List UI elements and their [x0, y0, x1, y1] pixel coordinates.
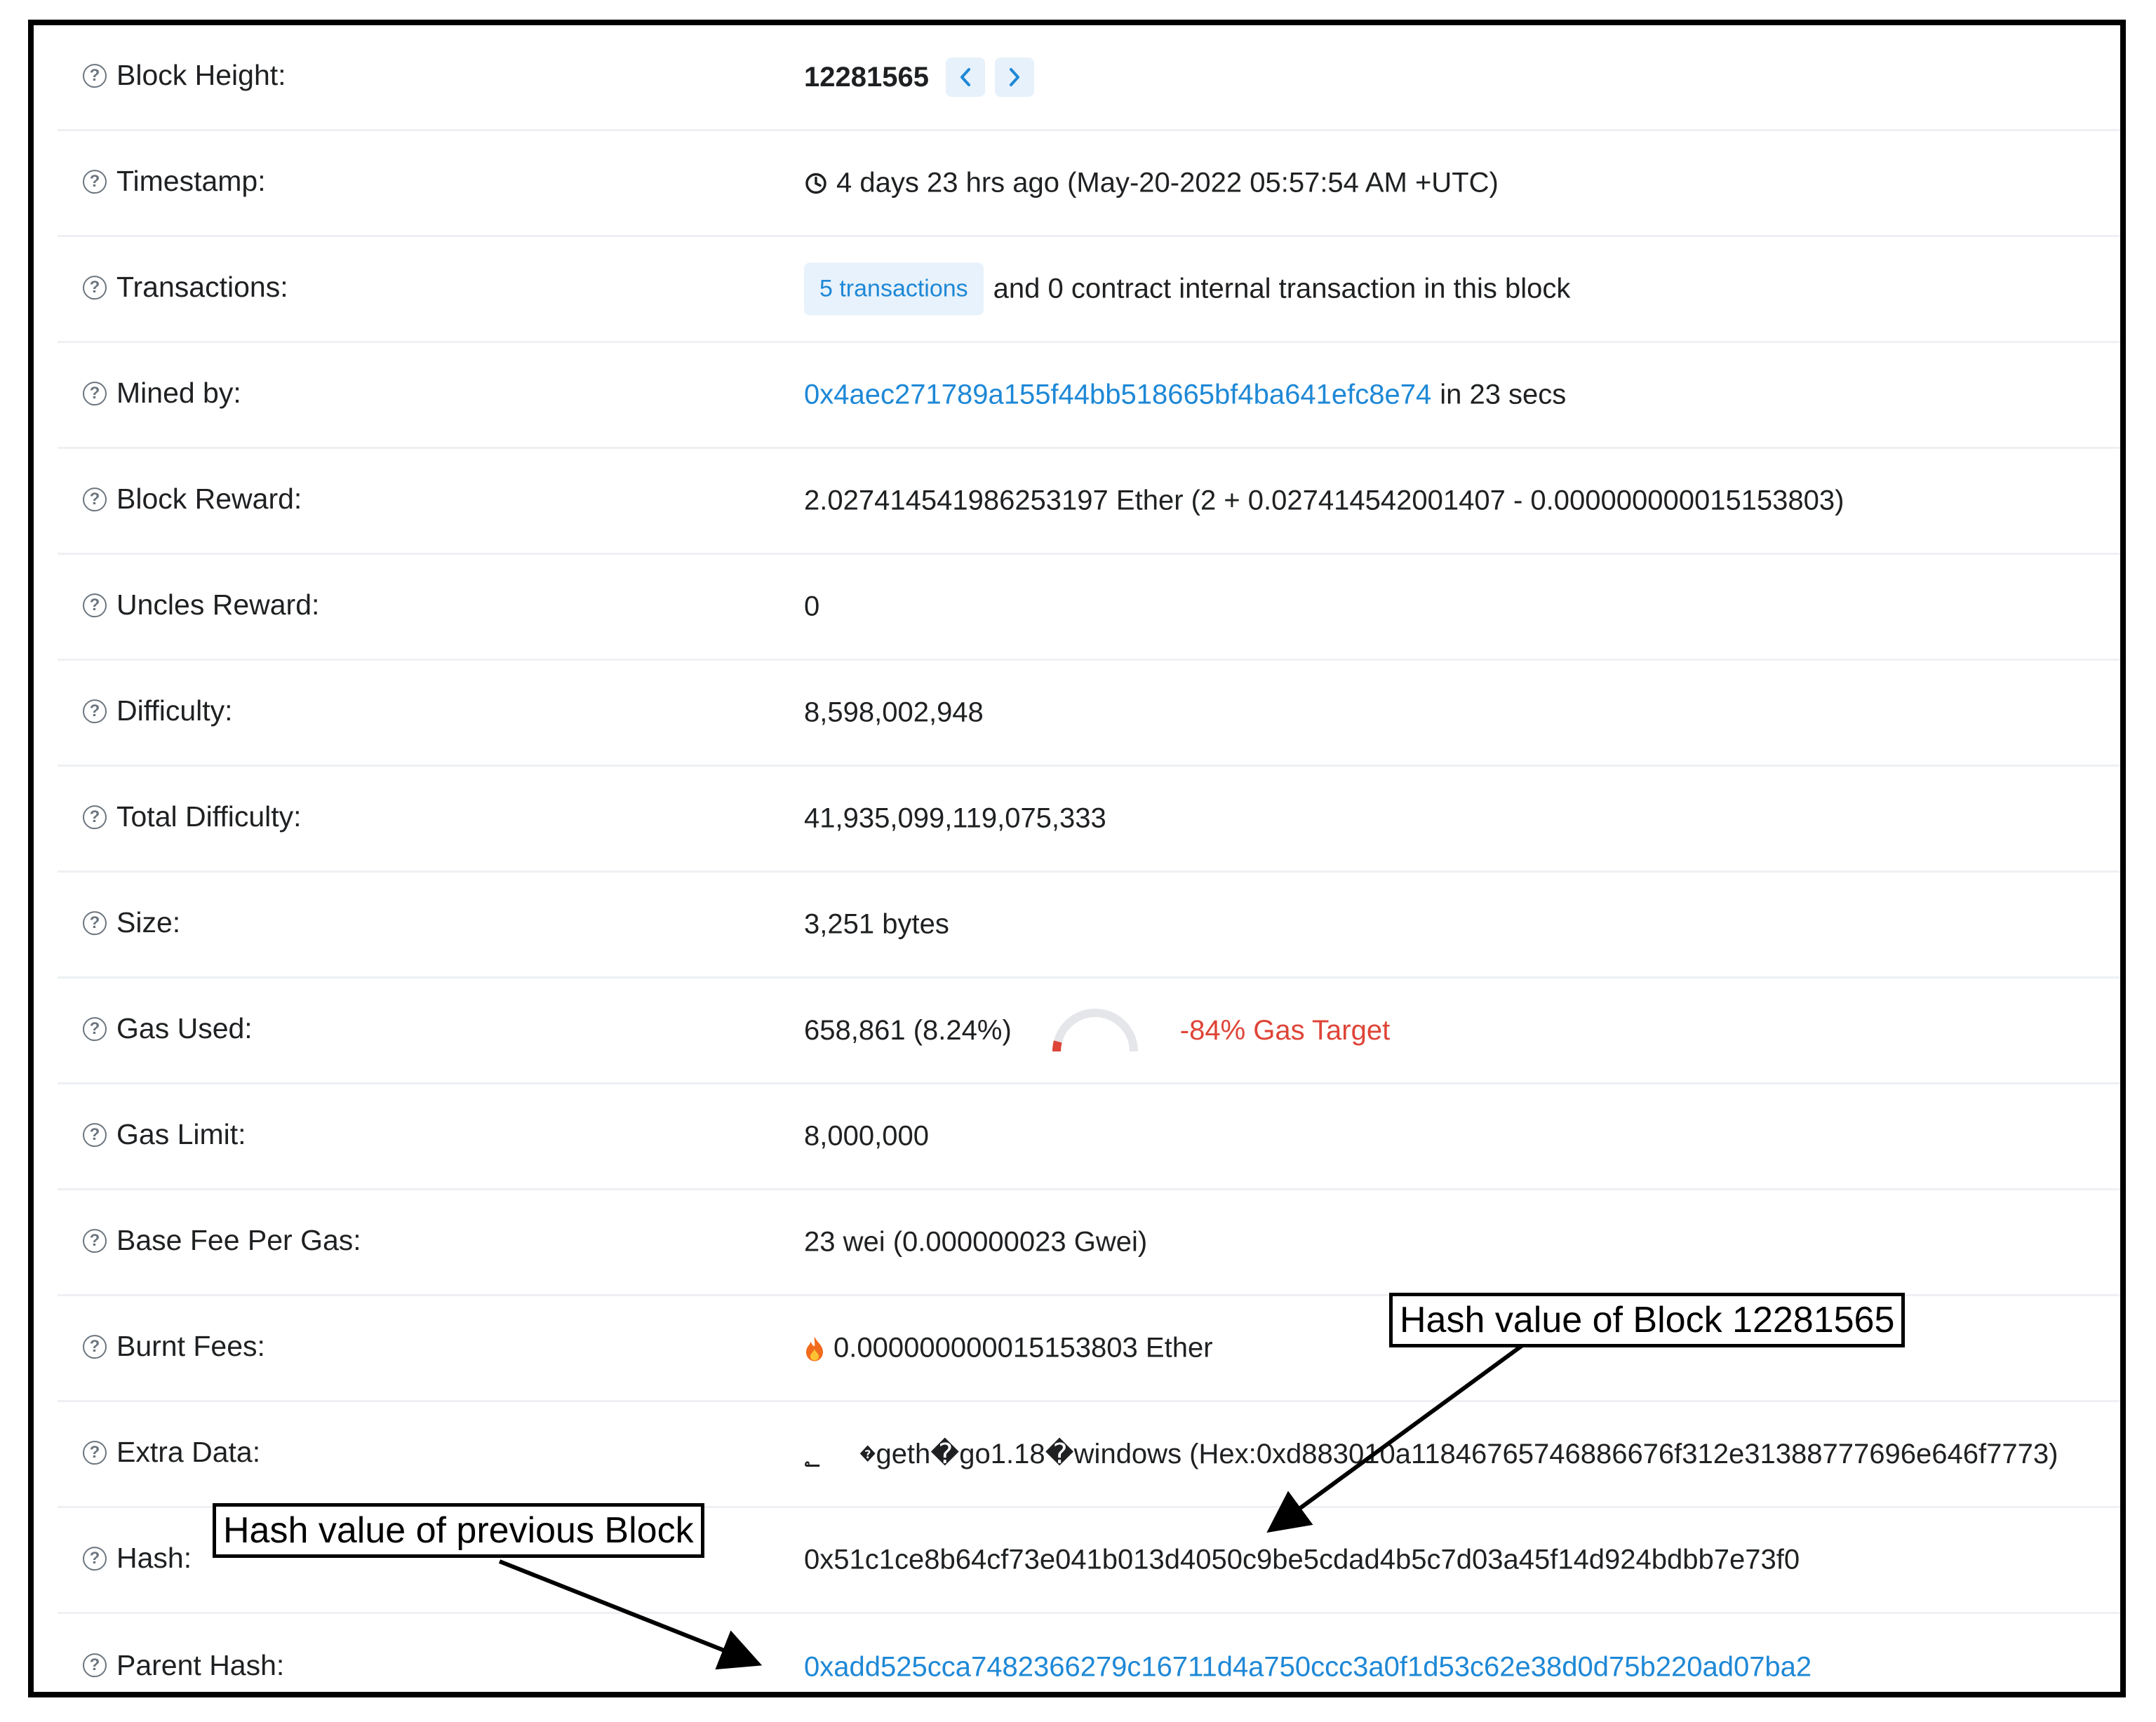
block-hash-annotation: Hash value of Block 12281565: [1389, 1293, 1906, 1347]
block-hash-arrow: [1266, 1343, 1524, 1533]
prev-hash-arrow: [498, 1559, 763, 1670]
annotation-arrows: [498, 1343, 1524, 1670]
previous-hash-annotation: Hash value of previous Block: [213, 1503, 704, 1558]
